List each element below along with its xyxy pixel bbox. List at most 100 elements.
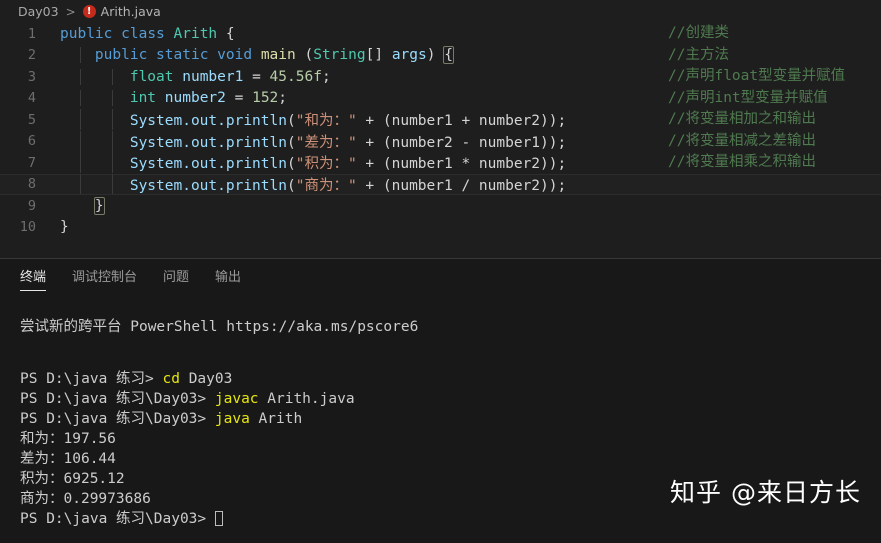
terminal-result-line: 差为：106.44 [20, 451, 116, 467]
line-number: 6 [27, 133, 36, 150]
vscode-window: Day03 > ! Arith.java 1 public class Arit… [0, 0, 881, 543]
terminal-command-line: PS D:\java 练习\Day03> java Arith [20, 409, 881, 429]
token-operator: + [365, 156, 375, 173]
code-line-content: System.out.println("和为：" + (number1 + nu… [58, 109, 881, 131]
line-number: 9 [27, 197, 36, 214]
code-line-content: System.out.println("商为：" + (number1 / nu… [58, 173, 881, 195]
line-number: 1 [27, 25, 36, 42]
token-brackets: [] [365, 47, 384, 64]
terminal-prompt: PS D:\java 练习\Day03> [20, 391, 215, 407]
code-line-4[interactable]: 4 int number2 = 152; [0, 88, 881, 110]
indent-guide [80, 109, 81, 131]
token-number: 152 [252, 90, 279, 107]
terminal-active-prompt[interactable]: PS D:\java 练习\Day03> [20, 509, 881, 529]
token-identifier: number1 [182, 68, 244, 85]
terminal-banner: 尝试新的跨平台 PowerShell https://aka.ms/pscore… [20, 319, 419, 335]
error-circle-icon: ! [82, 5, 96, 18]
indent-guide [112, 90, 113, 107]
token-println-call: System.out.println [129, 156, 287, 173]
code-line-content: public class Arith { [58, 26, 881, 42]
line-number: 10 [19, 219, 36, 236]
code-line-2[interactable]: 2 public static void main (String[] args… [0, 45, 881, 67]
block-cursor-icon [214, 511, 223, 526]
token-string: "和为：" [295, 113, 357, 130]
token-println-call: System.out.println [129, 177, 287, 194]
token-paren: ( [286, 113, 296, 130]
terminal-command: cd [162, 371, 180, 387]
token-expression: (number2 - number1)); [382, 134, 567, 151]
code-line-content: System.out.println("积为：" + (number1 * nu… [58, 152, 881, 174]
token-expression: (number1 + number2)); [382, 113, 567, 130]
token-keyword: public [94, 47, 148, 64]
terminal-args: Day03 [179, 371, 233, 387]
code-editor[interactable]: 1 public class Arith { 2 public static v… [0, 23, 881, 258]
indent-guide [112, 173, 113, 195]
tab-debug-console[interactable]: 调试控制台 [72, 266, 137, 291]
chevron-right-icon: > [65, 4, 76, 19]
token-keyword: public [60, 25, 113, 42]
indent-guide [80, 152, 81, 174]
code-line-content: } [58, 196, 881, 215]
code-line-content: System.out.println("差为：" + (number2 - nu… [58, 130, 881, 152]
indent-guide [80, 173, 81, 195]
tab-terminal[interactable]: 终端 [20, 266, 47, 291]
code-line-7[interactable]: 7 System.out.println("积为：" + (number1 * … [0, 152, 881, 174]
line-number: 3 [27, 68, 36, 85]
terminal-prompt: PS D:\java 练习> [20, 371, 163, 387]
token-number: 45.56f [269, 68, 322, 85]
code-line-6[interactable]: 6 System.out.println("差为：" + (number2 - … [0, 130, 881, 153]
terminal-args: Arith.java [258, 391, 355, 407]
token-operator: + [365, 177, 375, 194]
code-line-content: float number1 = 45.56f; [58, 68, 881, 85]
code-line-3[interactable]: 3 float number1 = 45.56f; [0, 66, 881, 88]
terminal-result-line: 和为：197.56 [20, 431, 116, 447]
code-line-9[interactable]: 9 } [0, 195, 881, 217]
terminal-command: javac [214, 391, 259, 407]
terminal-prompt: PS D:\java 练习\Day03> [20, 411, 215, 427]
watermark: 知乎 @来日方长 [670, 478, 861, 507]
token-type: float [129, 68, 174, 85]
tab-output[interactable]: 输出 [215, 266, 241, 291]
token-keyword: class [121, 25, 165, 42]
breadcrumb-file[interactable]: Arith.java [101, 4, 161, 19]
code-line-8-active[interactable]: 8 System.out.println("商为：" + (number1 / … [0, 173, 881, 195]
panel-tab-bar: 终端 调试控制台 问题 输出 [0, 259, 881, 291]
token-string: "差为：" [295, 134, 357, 151]
indent-guide [80, 130, 81, 152]
token-identifier: args [391, 47, 427, 64]
token-expression: (number1 / number2)); [382, 177, 567, 194]
token-identifier: number2 [164, 90, 226, 107]
indent-guide [80, 90, 81, 107]
token-string: "积为：" [295, 156, 357, 173]
terminal-command-line: PS D:\java 练习> cd Day03 [20, 369, 881, 389]
code-line-10[interactable]: 10 } [0, 217, 881, 239]
code-line-5[interactable]: 5 System.out.println("和为：" + (number1 + … [0, 109, 881, 131]
line-number: 5 [27, 111, 36, 128]
tab-problems[interactable]: 问题 [163, 266, 189, 291]
terminal-command-line: PS D:\java 练习\Day03> javac Arith.java [20, 389, 881, 409]
token-operator: = [252, 68, 261, 85]
token-expression: (number1 * number2)); [382, 156, 567, 173]
token-string: "商为：" [295, 177, 357, 194]
code-line-1[interactable]: 1 public class Arith { [0, 23, 881, 45]
line-number: 4 [27, 90, 36, 107]
terminal-args: Arith [249, 411, 303, 427]
breadcrumb-folder[interactable]: Day03 [18, 4, 59, 19]
